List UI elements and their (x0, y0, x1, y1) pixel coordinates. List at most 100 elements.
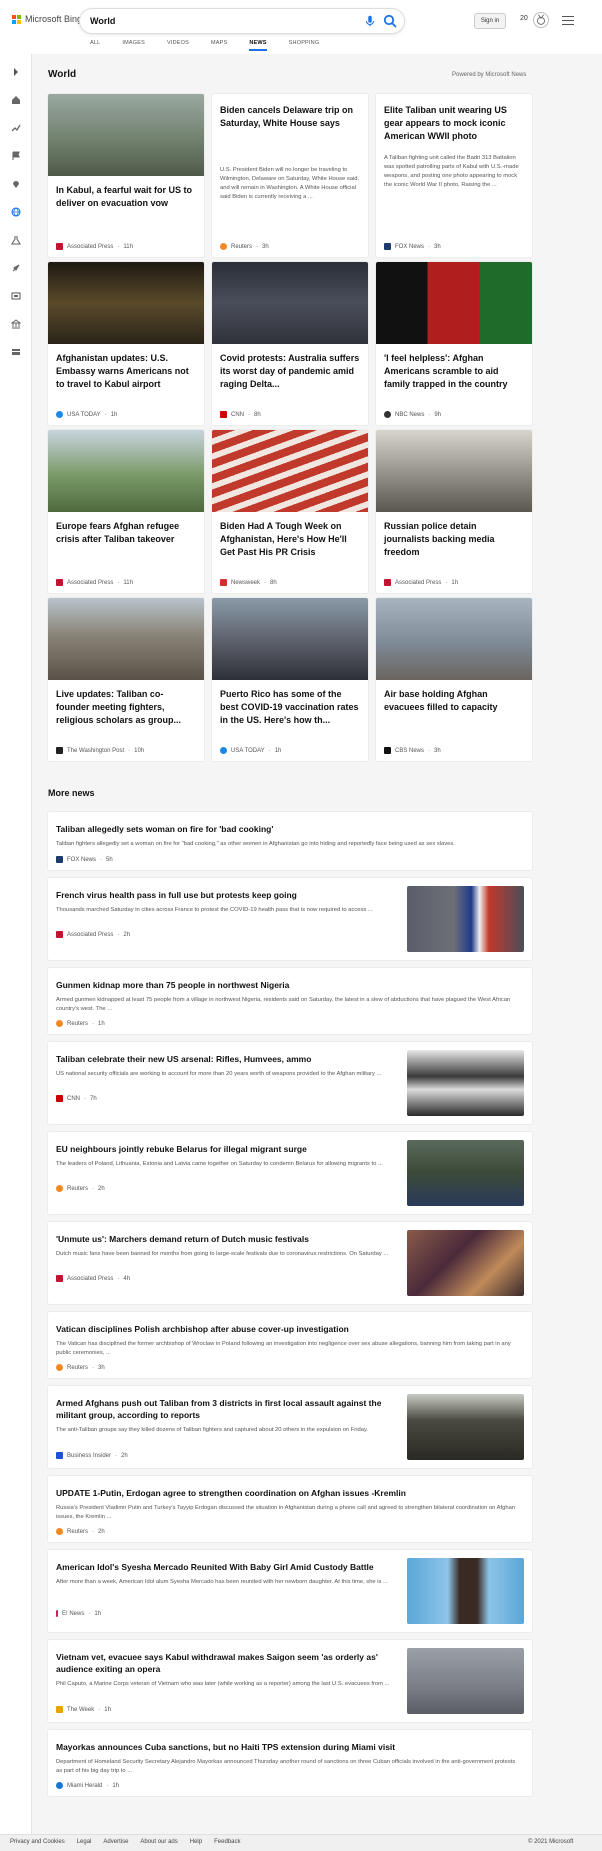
tab-videos[interactable]: VIDEOS (167, 40, 189, 51)
footer: Privacy and Cookies Legal Advertise Abou… (0, 1834, 602, 1851)
news-card-title[interactable]: Russian police detain journalists backin… (384, 520, 524, 559)
sign-in-button[interactable]: Sign in (474, 13, 506, 29)
news-card-title[interactable]: Biden cancels Delaware trip on Saturday,… (220, 104, 360, 130)
news-card[interactable]: In Kabul, a fearful wait for US to deliv… (48, 94, 204, 257)
list-item-title[interactable]: Vietnam vet, evacuee says Kabul withdraw… (56, 1651, 396, 1675)
hamburger-menu-icon[interactable] (560, 13, 576, 27)
list-item[interactable]: UPDATE 1-Putin, Erdogan agree to strengt… (48, 1476, 532, 1542)
list-item-title[interactable]: Taliban allegedly sets woman on fire for… (56, 823, 516, 835)
news-card-title[interactable]: Elite Taliban unit wearing US gear appea… (384, 104, 524, 143)
source-logo-icon (220, 411, 227, 418)
money-icon[interactable] (8, 344, 24, 360)
tab-news[interactable]: NEWS (249, 40, 267, 51)
list-item[interactable]: Taliban allegedly sets woman on fire for… (48, 812, 532, 870)
flag-icon[interactable] (8, 148, 24, 164)
tab-images[interactable]: IMAGES (122, 40, 145, 51)
list-item-title[interactable]: Vatican disciplines Polish archbishop af… (56, 1323, 516, 1335)
microphone-icon[interactable] (363, 14, 377, 28)
business-icon[interactable] (8, 316, 24, 332)
news-card-title[interactable]: Afghanistan updates: U.S. Embassy warns … (56, 352, 196, 391)
footer-link-about-ads[interactable]: About our ads (140, 1839, 177, 1845)
list-item-thumbnail (407, 1558, 524, 1624)
news-card-title[interactable]: Biden Had A Tough Week on Afghanistan, H… (220, 520, 360, 559)
rewards-points[interactable]: 20 (520, 15, 528, 22)
footer-link-help[interactable]: Help (190, 1839, 202, 1845)
source-logo-icon (384, 747, 391, 754)
news-card[interactable]: Biden cancels Delaware trip on Saturday,… (212, 94, 368, 257)
source-logo-icon (56, 1706, 63, 1713)
chevron-right-icon[interactable] (8, 64, 24, 80)
list-item-title[interactable]: EU neighbours jointly rebuke Belarus for… (56, 1143, 396, 1155)
list-item-title[interactable]: French virus health pass in full use but… (56, 889, 396, 901)
news-card[interactable]: Covid protests: Australia suffers its wo… (212, 262, 368, 425)
news-card[interactable]: Puerto Rico has some of the best COVID-1… (212, 598, 368, 761)
news-card-source: USA TODAY · 1h (220, 747, 281, 754)
list-item-title[interactable]: Gunmen kidnap more than 75 people in nor… (56, 979, 516, 991)
list-item-title[interactable]: UPDATE 1-Putin, Erdogan agree to strengt… (56, 1487, 516, 1499)
list-item[interactable]: Vatican disciplines Polish archbishop af… (48, 1312, 532, 1378)
list-item[interactable]: Armed Afghans push out Taliban from 3 di… (48, 1386, 532, 1468)
powered-by[interactable]: Powered by Microsoft News (452, 72, 526, 78)
news-card-title[interactable]: Puerto Rico has some of the best COVID-1… (220, 688, 360, 727)
list-item-title[interactable]: Taliban celebrate their new US arsenal: … (56, 1053, 396, 1065)
news-card[interactable]: Live updates: Taliban co-founder meeting… (48, 598, 204, 761)
list-item[interactable]: Taliban celebrate their new US arsenal: … (48, 1042, 532, 1124)
rewards-medal-icon[interactable] (533, 12, 549, 28)
footer-link-advertise[interactable]: Advertise (103, 1839, 128, 1845)
news-card-title[interactable]: Covid protests: Australia suffers its wo… (220, 352, 360, 391)
news-card[interactable]: Afghanistan updates: U.S. Embassy warns … (48, 262, 204, 425)
news-card-title[interactable]: Live updates: Taliban co-founder meeting… (56, 688, 196, 727)
news-card-title[interactable]: 'I feel helpless': Afghan Americans scra… (384, 352, 524, 391)
search-icon[interactable] (382, 13, 398, 29)
news-card[interactable]: Europe fears Afghan refugee crisis after… (48, 430, 204, 593)
news-card[interactable]: 'I feel helpless': Afghan Americans scra… (376, 262, 532, 425)
news-card-image (376, 262, 532, 344)
news-card-title[interactable]: In Kabul, a fearful wait for US to deliv… (56, 184, 196, 210)
footer-link-feedback[interactable]: Feedback (214, 1839, 240, 1845)
list-item-title[interactable]: Mayorkas announces Cuba sanctions, but n… (56, 1741, 516, 1753)
search-input[interactable] (90, 13, 340, 29)
rocket-icon[interactable] (8, 260, 24, 276)
tab-maps[interactable]: MAPS (211, 40, 227, 51)
news-card[interactable]: Air base holding Afghan evacuees filled … (376, 598, 532, 761)
list-item-snippet: Phil Caputo, a Marine Corps veteran of V… (56, 1681, 390, 1687)
news-card-image (48, 262, 204, 344)
footer-link-legal[interactable]: Legal (77, 1839, 92, 1845)
news-card-title[interactable]: Air base holding Afghan evacuees filled … (384, 688, 524, 714)
location-icon[interactable] (8, 176, 24, 192)
entertainment-icon[interactable] (8, 288, 24, 304)
news-card-image (376, 598, 532, 680)
news-card-image (48, 598, 204, 680)
news-card-title[interactable]: Europe fears Afghan refugee crisis after… (56, 520, 196, 546)
list-item-title[interactable]: American Idol's Syesha Mercado Reunited … (56, 1561, 396, 1573)
list-item-source: The Week · 1h (56, 1706, 111, 1713)
list-item-title[interactable]: Armed Afghans push out Taliban from 3 di… (56, 1397, 396, 1421)
list-item[interactable]: Gunmen kidnap more than 75 people in nor… (48, 968, 532, 1034)
science-icon[interactable] (8, 232, 24, 248)
trending-icon[interactable] (8, 120, 24, 136)
news-card[interactable]: Biden Had A Tough Week on Afghanistan, H… (212, 430, 368, 593)
home-icon[interactable] (8, 92, 24, 108)
source-logo-icon (56, 856, 63, 863)
list-item-snippet: Department of Homeland Security Secretar… (56, 1759, 516, 1774)
tab-all[interactable]: ALL (90, 40, 100, 51)
news-card-source: Associated Press · 1h (384, 579, 458, 586)
list-item[interactable]: Mayorkas announces Cuba sanctions, but n… (48, 1730, 532, 1796)
news-card-source: Associated Press · 11h (56, 579, 133, 586)
source-logo-icon (56, 1528, 63, 1535)
bing-logo[interactable]: Microsoft Bing (12, 14, 82, 24)
news-card-source: CNN · 8h (220, 411, 261, 418)
news-card[interactable]: Elite Taliban unit wearing US gear appea… (376, 94, 532, 257)
source-logo-icon (56, 747, 63, 754)
list-item[interactable]: EU neighbours jointly rebuke Belarus for… (48, 1132, 532, 1214)
globe-icon[interactable] (8, 204, 24, 220)
list-item-title[interactable]: 'Unmute us': Marchers demand return of D… (56, 1233, 396, 1245)
list-item[interactable]: Vietnam vet, evacuee says Kabul withdraw… (48, 1640, 532, 1722)
list-item[interactable]: French virus health pass in full use but… (48, 878, 532, 960)
source-logo-icon (220, 747, 227, 754)
footer-link-privacy[interactable]: Privacy and Cookies (10, 1839, 65, 1845)
news-card[interactable]: Russian police detain journalists backin… (376, 430, 532, 593)
tab-shopping[interactable]: SHOPPING (289, 40, 320, 51)
list-item[interactable]: American Idol's Syesha Mercado Reunited … (48, 1550, 532, 1632)
list-item[interactable]: 'Unmute us': Marchers demand return of D… (48, 1222, 532, 1304)
